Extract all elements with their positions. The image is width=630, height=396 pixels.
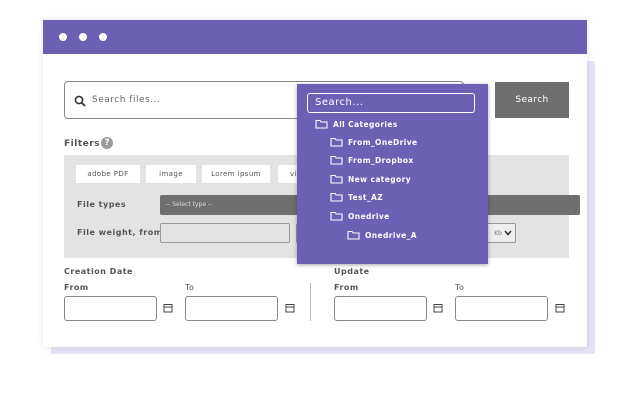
creation-date-label: Creation Date [64,267,133,276]
category-dropdown: Search... All Categories From_OneDrive F… [297,84,488,264]
update-label: Update [334,267,370,276]
tree-item-all-categories[interactable]: All Categories [315,119,398,129]
tree-item-label: New category [348,174,411,184]
date-divider [310,283,311,321]
tree-item-onedrive-a[interactable]: Onedrive_A [347,230,417,240]
weight-unit-select[interactable]: Kb [484,223,516,243]
file-weight-label: File weight, from [77,228,163,237]
folder-icon [315,119,328,129]
tree-item-new-category[interactable]: New category [330,174,411,184]
window-dot-1[interactable] [59,33,67,41]
file-weight-from-input[interactable] [160,223,290,243]
tree-item-from-onedrive[interactable]: From_OneDrive [330,137,418,147]
tree-item-label: Test_AZ [348,192,384,202]
creation-to-input[interactable] [185,296,278,321]
window-dot-3[interactable] [99,33,107,41]
tree-item-label: Onedrive [348,211,390,221]
tree-item-from-dropbox[interactable]: From_Dropbox [330,155,414,165]
folder-icon [330,211,343,221]
filter-chip-pdf[interactable]: adobe PDF [76,165,140,183]
update-from-label: From [334,283,359,292]
tree-item-label: All Categories [333,119,398,129]
folder-icon [330,155,343,165]
tree-item-onedrive[interactable]: Onedrive [330,211,390,221]
update-to-label: To [455,283,465,292]
creation-to-label: To [185,283,195,292]
file-types-label: File types [77,200,127,209]
calendar-icon[interactable] [433,303,443,313]
folder-icon [330,137,343,147]
title-bar [43,20,587,54]
filters-info-icon[interactable]: ? [101,137,113,149]
search-icon [74,95,86,107]
calendar-icon[interactable] [285,303,295,313]
tree-item-label: Onedrive_A [365,230,417,240]
update-from-input[interactable] [334,296,427,321]
calendar-icon[interactable] [163,303,173,313]
creation-from-label: From [64,283,89,292]
tree-item-test-az[interactable]: Test_AZ [330,192,383,202]
filter-chip-lorem[interactable]: Lorem ipsum [202,165,270,183]
creation-from-input[interactable] [64,296,157,321]
filter-chip-image[interactable]: image [146,165,196,183]
calendar-icon[interactable] [555,303,565,313]
folder-icon [330,174,343,184]
update-to-input[interactable] [455,296,548,321]
category-search-input[interactable]: Search... [307,93,475,113]
window-dot-2[interactable] [79,33,87,41]
tree-item-label: From_OneDrive [348,137,418,147]
folder-icon [347,230,360,240]
tree-item-label: From_Dropbox [348,155,414,165]
filters-label: Filters [64,139,101,149]
search-placeholder: Search files... [92,95,161,105]
weight-unit-value: Kb [494,229,502,237]
chevron-down-icon [504,230,512,236]
folder-icon [330,192,343,202]
search-button[interactable]: Search [495,82,569,118]
